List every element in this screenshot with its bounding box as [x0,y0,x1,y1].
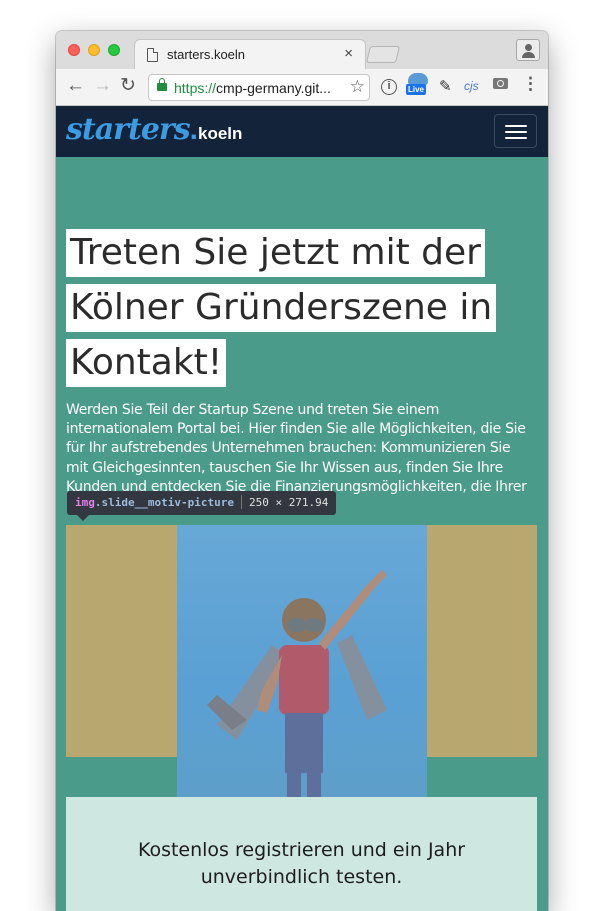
cta-line: Kostenlos registrieren und ein Jahr [137,839,466,861]
browser-window: starters.koeln × ← → ↻ https://cmp-germa… [56,31,548,911]
slide-motiv-picture [177,525,427,797]
logo-script: starters [66,112,191,147]
bookmark-star-icon[interactable]: ☆ [350,77,365,97]
browser-toolbar: ← → ↻ https://cmp-germany.git... ☆ i Liv… [56,69,548,106]
tab-close-button[interactable]: × [344,45,353,62]
hero-heading-line: Kölner Gründerszene in [66,284,497,332]
cta-text: Kostenlos registrieren und ein Jahr unve… [66,837,537,891]
info-icon[interactable]: i [381,79,397,95]
forward-button[interactable]: → [93,76,112,96]
logo-city: koeln [197,124,243,143]
hero-heading-line: Kontakt! [66,339,227,387]
hamburger-line [505,137,527,139]
site-logo[interactable]: starters.koeln [66,112,242,147]
url-scheme: https:// [174,80,217,96]
maximize-window-button[interactable] [108,44,120,56]
tooltip-class: .slide__motiv-picture [94,496,234,509]
logo-dot: . [189,113,198,146]
hero-intro-text: Werden Sie Teil der Startup Szene und tr… [66,402,527,495]
tab-bar: starters.koeln × [56,31,548,69]
url-text: https://cmp-germany.git... [174,80,331,96]
reload-button[interactable]: ↻ [120,76,136,96]
devtools-tooltip: img.slide__motiv-picture 250 × 271.94 [67,491,337,521]
hamburger-line [505,131,527,133]
pen-icon[interactable]: ✎ [439,77,452,95]
new-tab-button[interactable] [365,46,401,63]
child-with-wings-image [207,570,387,797]
url-host: cmp-germany.git... [216,80,331,96]
tooltip-dimensions: 250 × 271.94 [248,496,329,509]
page-icon [147,48,158,62]
page-viewport: starters.koeln Treten Sie jetzt mit der … [56,106,548,911]
close-window-button[interactable] [68,44,80,56]
address-bar[interactable]: https://cmp-germany.git... ☆ [148,74,370,101]
profile-body [522,52,535,58]
hamburger-line [505,125,527,127]
browser-menu-icon[interactable]: ⋮ [522,75,539,92]
camera-icon[interactable] [493,78,508,89]
tooltip-divider [240,495,242,509]
lock-icon [157,78,167,91]
live-extension-icon[interactable]: Live [406,73,428,95]
hamburger-menu-icon[interactable] [494,114,537,148]
tooltip-tag: img [75,496,95,509]
minimize-window-button[interactable] [88,44,100,56]
cta-line: unverbindlich testen. [200,866,403,888]
profile-head [525,44,532,51]
hero-heading-line: Treten Sie jetzt mit der [66,229,485,277]
cta-box[interactable]: Kostenlos registrieren und ein Jahr unve… [66,797,537,911]
tab-title: starters.koeln [167,47,246,62]
back-button[interactable]: ← [66,76,85,96]
live-badge: Live [406,84,427,95]
cjs-extension-icon[interactable]: cjs [464,79,479,93]
site-navbar: starters.koeln [56,106,548,157]
hero-heading: Treten Sie jetzt mit der Kölner Gründers… [66,229,506,394]
profile-icon[interactable] [516,39,540,61]
browser-tab[interactable]: starters.koeln × [134,39,366,69]
